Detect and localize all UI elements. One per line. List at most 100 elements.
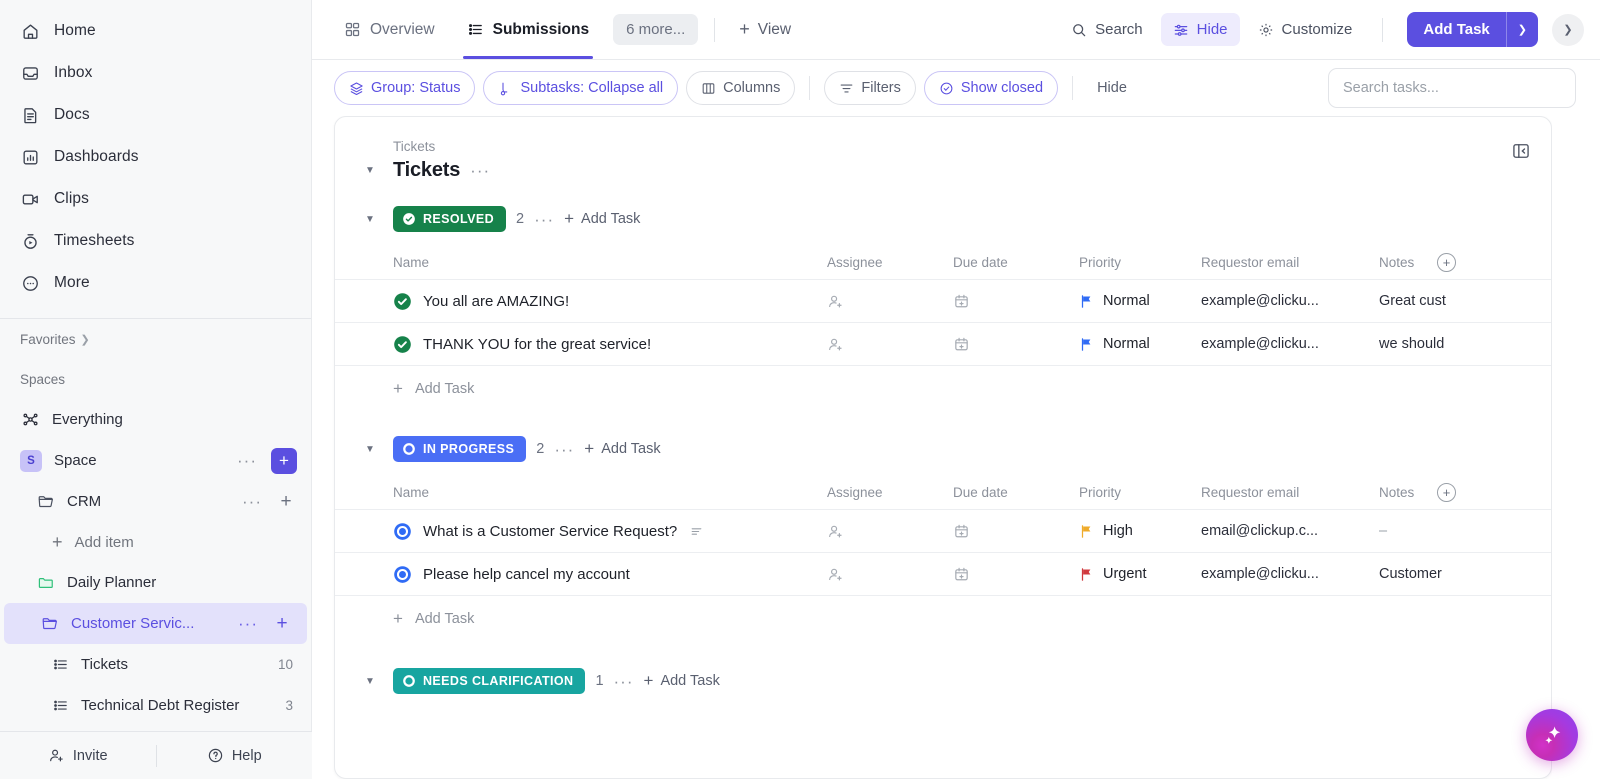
donut-icon[interactable]: [393, 522, 412, 541]
cell-priority[interactable]: Urgent: [1079, 566, 1201, 582]
sidebar-item-home[interactable]: Home: [0, 10, 311, 52]
cell-notes[interactable]: Great cust: [1379, 293, 1499, 309]
sidebar-item-everything[interactable]: Everything: [0, 399, 311, 440]
space-options-icon[interactable]: ···: [235, 452, 259, 469]
cell-notes[interactable]: –: [1379, 523, 1499, 539]
space-add-button[interactable]: +: [271, 447, 297, 474]
add-task-row[interactable]: + Add Task: [335, 366, 1551, 412]
column-header-name[interactable]: Name: [393, 255, 827, 270]
cell-due-date[interactable]: [953, 293, 1079, 310]
filters-button[interactable]: Filters: [824, 71, 916, 105]
add-due-date-icon[interactable]: [953, 336, 970, 353]
tab-submissions[interactable]: Submissions: [453, 1, 603, 59]
cell-name[interactable]: What is a Customer Service Request?: [393, 522, 827, 541]
cell-due-date[interactable]: [953, 566, 1079, 583]
cell-name[interactable]: You all are AMAZING!: [393, 292, 827, 311]
sidebar-item-technical-debt-register[interactable]: Technical Debt Register 3: [0, 685, 311, 726]
crm-options-icon[interactable]: ···: [240, 493, 264, 510]
column-header-priority[interactable]: Priority: [1079, 255, 1201, 270]
search-button[interactable]: Search: [1059, 13, 1155, 46]
group-add-task-button[interactable]: + Add Task: [584, 439, 660, 459]
status-badge[interactable]: IN PROGRESS: [393, 436, 527, 462]
group-options-icon[interactable]: ···: [534, 211, 554, 228]
sidebar-item-clips[interactable]: Clips: [0, 178, 311, 220]
group-by-button[interactable]: Group: Status: [334, 71, 476, 105]
cell-assignee[interactable]: [827, 523, 953, 540]
column-header-priority[interactable]: Priority: [1079, 485, 1201, 500]
collapse-group-caret-icon[interactable]: ▼: [365, 444, 375, 455]
table-row[interactable]: What is a Customer Service Request? High…: [335, 510, 1551, 553]
hide-button[interactable]: Hide: [1160, 13, 1240, 46]
group-add-task-button[interactable]: + Add Task: [644, 671, 720, 691]
donut-icon[interactable]: [393, 565, 412, 584]
column-header-name[interactable]: Name: [393, 485, 827, 500]
cell-name[interactable]: THANK YOU for the great service!: [393, 335, 827, 354]
collapse-group-caret-icon[interactable]: ▼: [365, 214, 375, 225]
collapse-group-caret-icon[interactable]: ▼: [365, 676, 375, 687]
sidebar-item-docs[interactable]: Docs: [0, 94, 311, 136]
cell-requestor-email[interactable]: example@clicku...: [1201, 293, 1379, 309]
customize-button[interactable]: Customize: [1246, 13, 1365, 46]
add-task-row[interactable]: + Add Task: [335, 596, 1551, 642]
customer-service-add-button[interactable]: +: [271, 614, 293, 633]
ai-assistant-button[interactable]: [1526, 709, 1578, 761]
sidebar-item-tickets[interactable]: Tickets 10: [0, 644, 311, 685]
cell-priority[interactable]: Normal: [1079, 293, 1201, 309]
sidebar-item-inbox[interactable]: Inbox: [0, 52, 311, 94]
cell-name[interactable]: Please help cancel my account: [393, 565, 827, 584]
column-header-due-date[interactable]: Due date: [953, 485, 1079, 500]
cell-assignee[interactable]: [827, 336, 953, 353]
add-view-button[interactable]: + View: [731, 19, 799, 40]
search-tasks-input[interactable]: [1328, 68, 1576, 108]
group-add-task-button[interactable]: + Add Task: [564, 209, 640, 229]
add-assignee-icon[interactable]: [827, 523, 844, 540]
add-column-button[interactable]: +: [1437, 483, 1456, 502]
cell-notes[interactable]: we should: [1379, 336, 1499, 352]
sidebar-item-timesheets[interactable]: Timesheets: [0, 220, 311, 262]
sidebar-item-more[interactable]: More: [0, 262, 311, 304]
table-row[interactable]: You all are AMAZING! Normal example@clic…: [335, 280, 1551, 323]
add-assignee-icon[interactable]: [827, 566, 844, 583]
tab-overview[interactable]: Overview: [330, 1, 449, 59]
collapse-list-caret-icon[interactable]: ▼: [365, 165, 375, 176]
favorites-section[interactable]: Favorites ❯: [0, 319, 311, 359]
sidebar-item-daily-planner[interactable]: Daily Planner: [0, 562, 311, 603]
cell-assignee[interactable]: [827, 566, 953, 583]
check-circle-icon[interactable]: [393, 335, 412, 354]
table-row[interactable]: Please help cancel my account Urgent exa…: [335, 553, 1551, 596]
sidebar-item-space[interactable]: S Space ··· +: [0, 440, 311, 481]
invite-button[interactable]: Invite: [0, 732, 156, 779]
show-closed-button[interactable]: Show closed: [923, 71, 1059, 105]
sidebar-item-crm[interactable]: CRM ··· +: [0, 481, 311, 522]
table-row[interactable]: THANK YOU for the great service! Normal …: [335, 323, 1551, 366]
add-item-button[interactable]: + Add item: [0, 522, 311, 562]
cell-requestor-email[interactable]: email@clickup.c...: [1201, 523, 1379, 539]
collapse-panel-icon[interactable]: [1511, 141, 1533, 163]
cell-priority[interactable]: Normal: [1079, 336, 1201, 352]
add-due-date-icon[interactable]: [953, 293, 970, 310]
topbar-expand-button[interactable]: ❯: [1552, 13, 1584, 46]
crm-add-button[interactable]: +: [275, 492, 297, 511]
add-due-date-icon[interactable]: [953, 566, 970, 583]
status-badge[interactable]: RESOLVED: [393, 206, 507, 232]
add-assignee-icon[interactable]: [827, 293, 844, 310]
column-header-assignee[interactable]: Assignee: [827, 485, 953, 500]
column-header-assignee[interactable]: Assignee: [827, 255, 953, 270]
add-due-date-icon[interactable]: [953, 523, 970, 540]
status-badge[interactable]: NEEDS CLARIFICATION: [393, 668, 586, 694]
check-circle-icon[interactable]: [393, 292, 412, 311]
sidebar-item-dashboards[interactable]: Dashboards: [0, 136, 311, 178]
cell-due-date[interactable]: [953, 523, 1079, 540]
add-assignee-icon[interactable]: [827, 336, 844, 353]
list-options-icon[interactable]: ···: [470, 162, 490, 179]
help-button[interactable]: Help: [157, 732, 313, 779]
columns-button[interactable]: Columns: [686, 71, 796, 105]
customer-service-options-icon[interactable]: ···: [236, 615, 260, 632]
column-header-notes[interactable]: Notes: [1379, 255, 1431, 270]
hide-fields-button[interactable]: Hide: [1087, 80, 1137, 96]
cell-assignee[interactable]: [827, 293, 953, 310]
cell-requestor-email[interactable]: example@clicku...: [1201, 566, 1379, 582]
group-options-icon[interactable]: ···: [614, 673, 634, 690]
cell-due-date[interactable]: [953, 336, 1079, 353]
cell-notes[interactable]: Customer: [1379, 566, 1499, 582]
